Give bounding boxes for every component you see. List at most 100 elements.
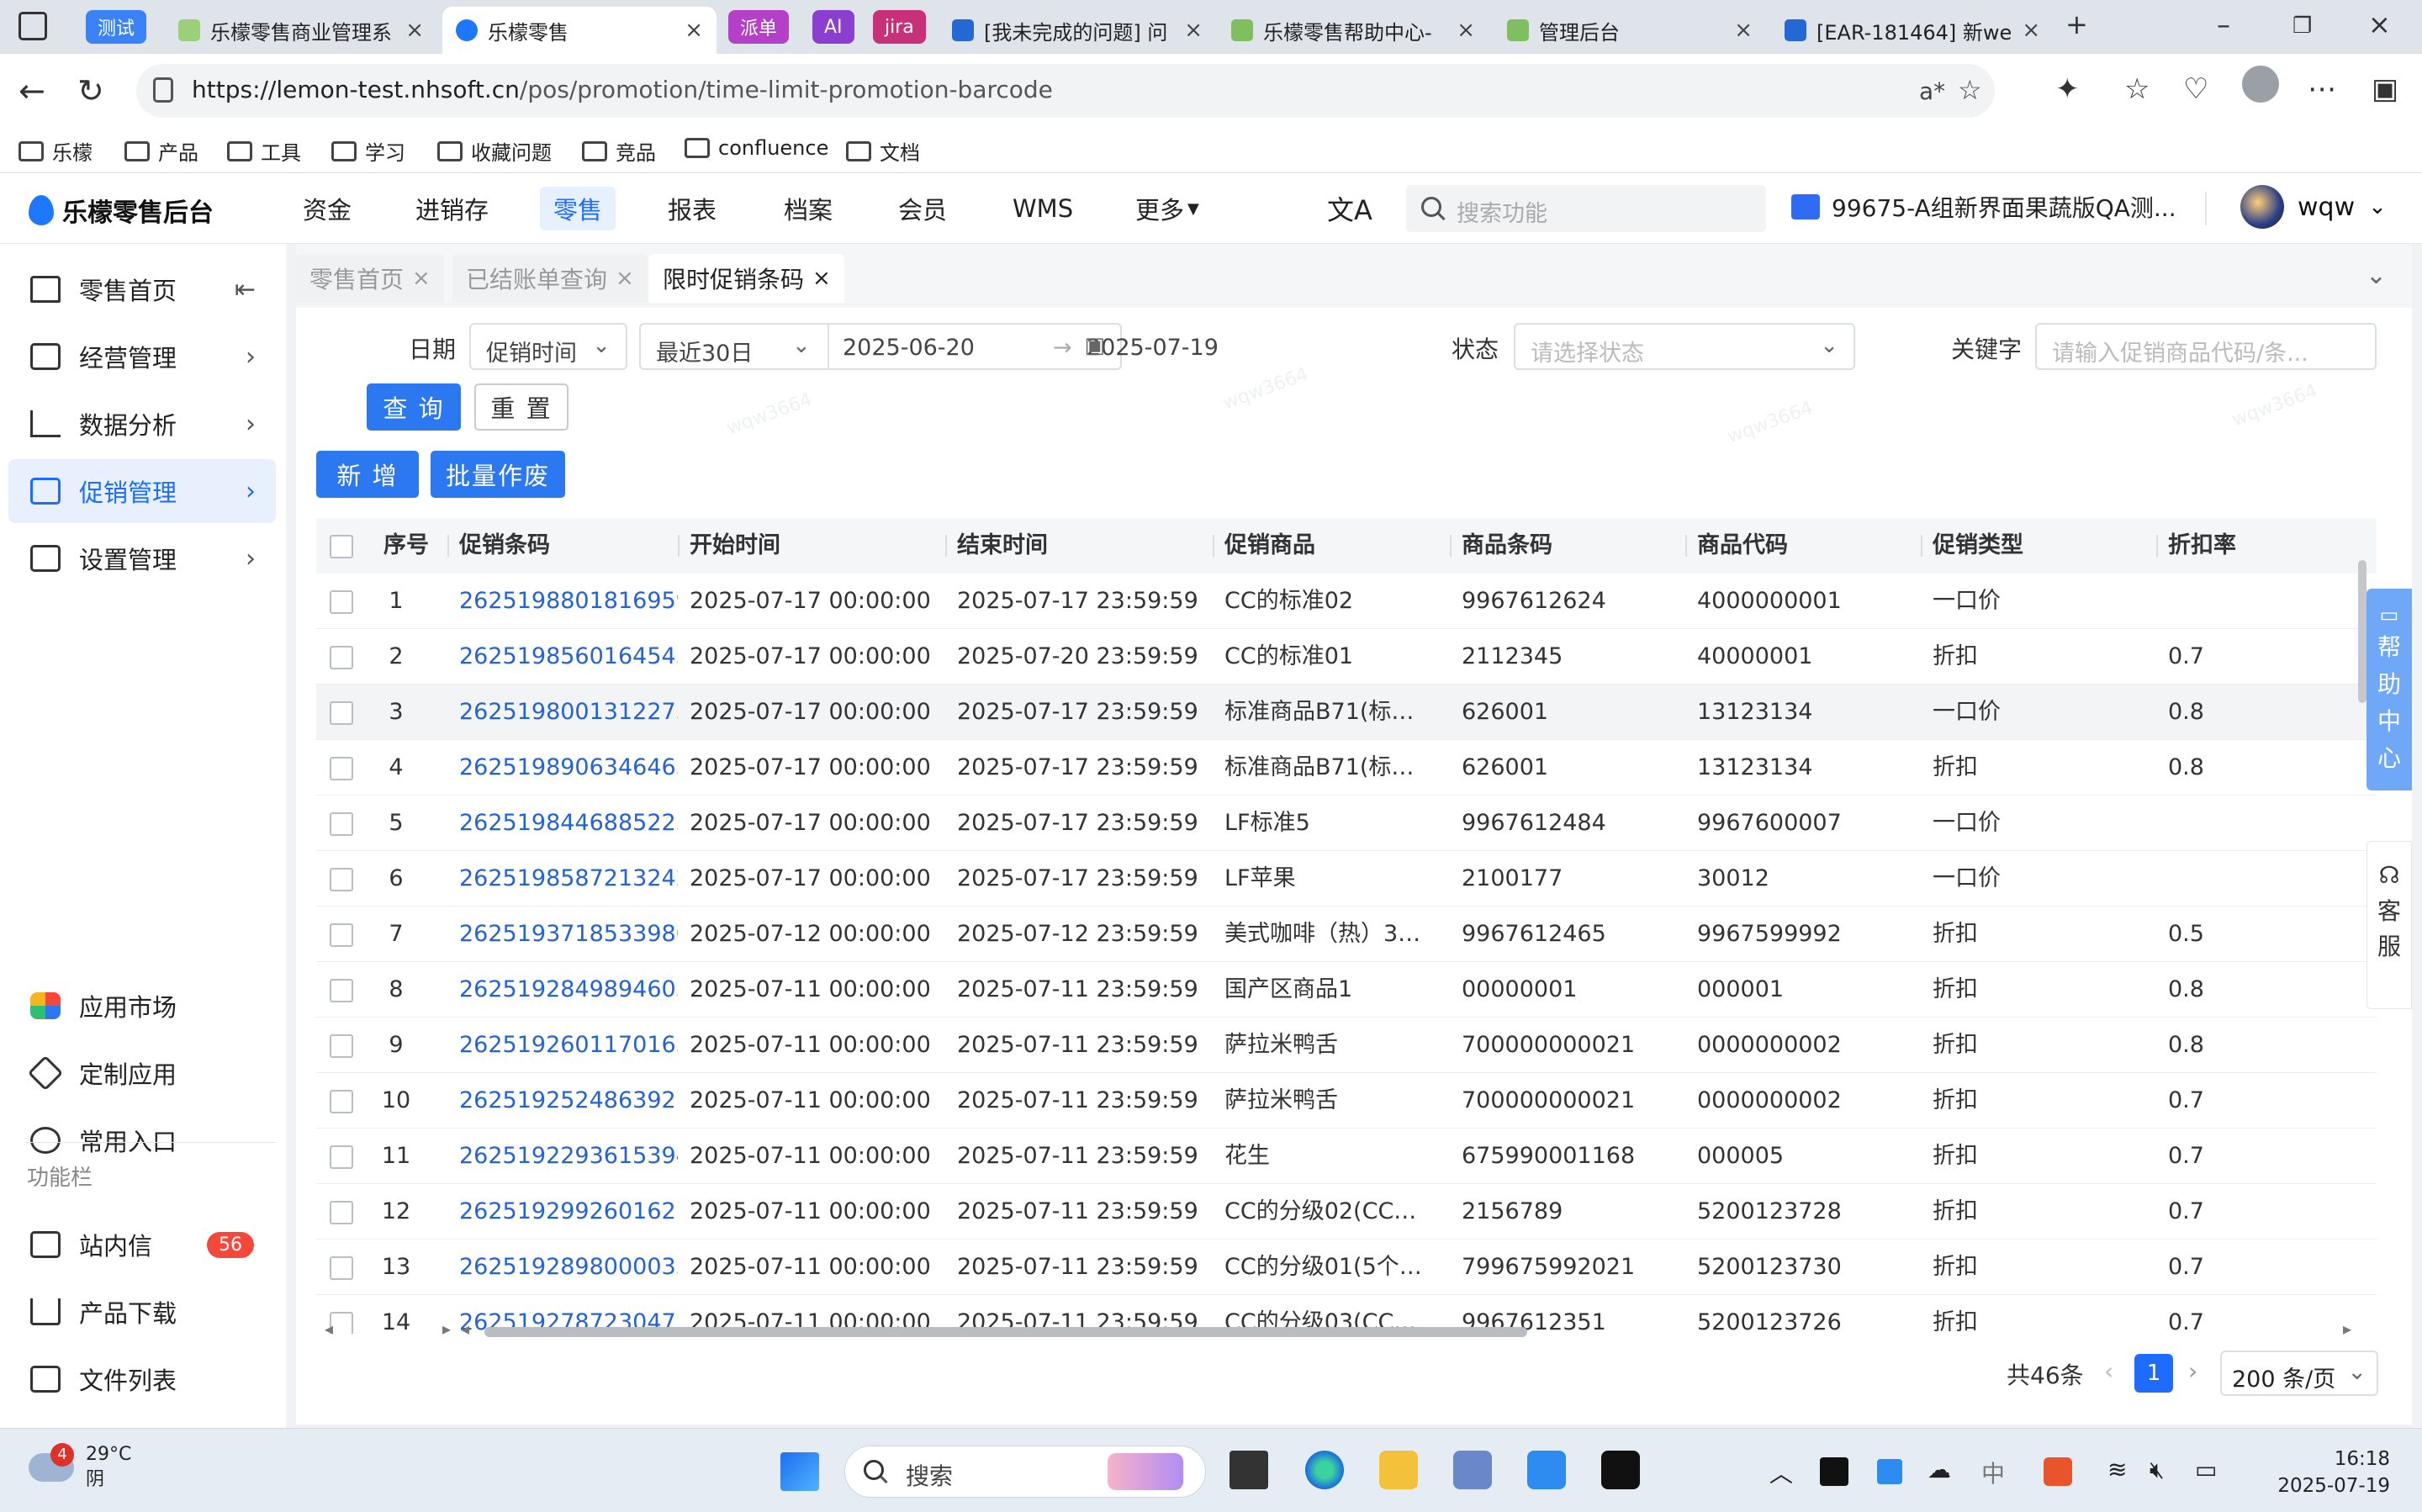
nav-reports[interactable]: 报表 — [654, 187, 730, 230]
row-checkbox[interactable] — [330, 1256, 353, 1280]
restore-icon[interactable]: ❐ — [2292, 13, 2312, 39]
sidebar-item-inbox[interactable]: 站内信 56 — [8, 1213, 276, 1277]
select-all-checkbox[interactable] — [330, 535, 353, 558]
cell-barcode[interactable]: 262519284989460391 — [459, 962, 678, 1018]
close-tab-icon[interactable]: × — [405, 18, 424, 43]
calendar-icon[interactable]: ▣ — [1084, 333, 1105, 358]
row-checkbox[interactable] — [330, 1201, 353, 1224]
function-search-input[interactable]: 搜索功能 — [1406, 185, 1766, 232]
sidebar-item-downloads[interactable]: 产品下载 — [8, 1280, 276, 1344]
reload-icon[interactable]: ↻ — [77, 72, 104, 109]
tray-overflow-icon[interactable]: ︿ — [1769, 1456, 1793, 1489]
input-method-icon[interactable]: 中 — [1981, 1456, 2005, 1489]
row-checkbox[interactable] — [330, 646, 353, 669]
bookmark-folder[interactable]: 乐檬 — [19, 136, 93, 166]
tab-retail-home[interactable]: 零售首页 × — [296, 254, 444, 303]
page-number-button[interactable]: 1 — [2134, 1354, 2173, 1393]
bookmark-folder[interactable]: 学习 — [331, 136, 405, 166]
row-checkbox[interactable] — [330, 868, 353, 891]
task-view-icon[interactable] — [1230, 1451, 1268, 1489]
bookmark-folder[interactable]: confluence — [685, 136, 828, 160]
more-menu-icon[interactable]: ⋯ — [2308, 72, 2336, 106]
page-size-select[interactable]: 200 条/页 ⌄ — [2220, 1351, 2378, 1396]
cell-barcode[interactable]: 262519299260162177 — [459, 1184, 678, 1240]
bookmark-folder[interactable]: 竞品 — [582, 136, 656, 166]
window-menu-icon[interactable] — [19, 12, 47, 40]
scroll-right-icon[interactable]: ▸ — [442, 1319, 451, 1339]
extensions-icon[interactable]: ✦ — [2055, 72, 2080, 106]
date-range-picker[interactable]: 最近30日 ⌄ 2025-06-20 → 2025-07-19 ▣ — [639, 323, 1219, 370]
keyword-input[interactable]: 请输入促销商品代码/条... — [2035, 323, 2377, 370]
cell-barcode[interactable]: 262519890634646396 — [459, 740, 678, 796]
app-a-icon[interactable] — [1453, 1451, 1492, 1489]
profile-avatar-icon[interactable] — [2242, 66, 2279, 103]
sidebar-item-analytics[interactable]: 数据分析 › — [8, 392, 276, 456]
new-tab-icon[interactable]: + — [2065, 8, 2088, 40]
battery-icon[interactable]: ▭ — [2195, 1456, 2217, 1483]
reset-button[interactable]: 重 置 — [474, 383, 568, 431]
nav-more[interactable]: 更多 ▼ — [1122, 187, 1213, 230]
cell-barcode[interactable]: 262519229361539405 — [459, 1129, 678, 1184]
close-tab-icon[interactable]: × — [1734, 18, 1753, 43]
scroll-left-icon[interactable]: ◂ — [325, 1319, 333, 1339]
add-button[interactable]: 新 增 — [316, 451, 419, 498]
store-selector[interactable]: 99675-A组新界面果蔬版QA测... — [1791, 190, 2176, 224]
sidebar-item-promotion[interactable]: 促销管理 › — [8, 459, 276, 523]
collapse-sidebar-icon[interactable]: ⇤ — [235, 275, 256, 304]
tab-group-dispatch[interactable]: 派单 — [728, 10, 790, 44]
vertical-scrollbar[interactable] — [2358, 560, 2366, 703]
close-tab-icon[interactable]: × — [2022, 18, 2039, 43]
system-clock[interactable]: 16:18 2025-07-19 — [2247, 1446, 2390, 1499]
bookmark-folder[interactable]: 产品 — [124, 136, 198, 166]
customer-service-widget[interactable]: ☊ 客 服 — [2366, 841, 2412, 1009]
minimize-icon[interactable]: – — [2217, 8, 2230, 40]
row-checkbox[interactable] — [330, 590, 353, 614]
weather-widget[interactable]: 4 29°C 阴 — [29, 1442, 131, 1493]
row-checkbox[interactable] — [330, 812, 353, 836]
app-logo[interactable]: 乐檬零售后台 — [29, 192, 214, 229]
cell-barcode[interactable]: 262519856016454399 — [459, 629, 678, 685]
close-icon[interactable]: × — [812, 266, 831, 291]
tab-group-test[interactable]: 测试 — [86, 10, 147, 44]
close-tab-icon[interactable]: × — [1184, 18, 1203, 43]
bookmark-folder[interactable]: 收藏问题 — [437, 136, 552, 166]
tab-settled-orders[interactable]: 已结账单查询 × — [452, 254, 648, 303]
row-checkbox[interactable] — [330, 1145, 353, 1169]
browser-tab-active[interactable]: 乐檬零售 × — [442, 7, 717, 54]
nav-wms[interactable]: WMS — [999, 187, 1087, 230]
batch-void-button[interactable]: 批量作废 — [431, 451, 565, 498]
close-icon[interactable]: × — [412, 266, 431, 291]
nav-members[interactable]: 会员 — [885, 187, 960, 230]
tray-cloud-icon[interactable]: ☁ — [1928, 1456, 1951, 1483]
user-menu[interactable]: wqw ⌄ — [2240, 185, 2387, 229]
read-aloud-icon[interactable]: a* — [1919, 77, 1945, 105]
back-icon[interactable]: ← — [19, 72, 45, 109]
close-tab-icon[interactable]: × — [685, 18, 703, 43]
browser-tab-5[interactable]: 管理后台 × — [1494, 7, 1766, 54]
close-tab-icon[interactable]: × — [1457, 18, 1475, 43]
favorites-icon[interactable]: ☆ — [2124, 72, 2150, 106]
sidebar-item-files[interactable]: 文件列表 — [8, 1347, 276, 1411]
nav-inventory[interactable]: 进销存 — [402, 187, 502, 230]
site-info-icon[interactable] — [153, 77, 173, 103]
next-page-icon[interactable]: › — [2188, 1357, 2197, 1385]
row-checkbox[interactable] — [330, 979, 353, 1002]
cell-barcode[interactable]: 262519260117016305 — [459, 1018, 678, 1073]
row-checkbox[interactable] — [330, 1034, 353, 1058]
row-checkbox[interactable] — [330, 923, 353, 947]
cell-barcode[interactable]: 262519844688522548 — [459, 796, 678, 851]
tab-group-ai[interactable]: AI — [812, 10, 854, 44]
tray-feishu-icon[interactable] — [1877, 1459, 1902, 1484]
tray-notion-icon[interactable] — [1820, 1457, 1848, 1486]
notion-icon[interactable] — [1601, 1451, 1640, 1489]
health-icon[interactable]: ♡ — [2183, 72, 2208, 106]
cell-barcode[interactable]: 262519289800003335 — [459, 1240, 678, 1295]
start-date-input[interactable]: 2025-06-20 — [843, 335, 975, 361]
help-center-widget[interactable]: ▭ 帮 助 中 心 — [2366, 589, 2412, 790]
scrollbar-thumb[interactable] — [484, 1327, 1527, 1337]
bookmark-folder[interactable]: 工具 — [227, 136, 301, 166]
sidebar-item-operations[interactable]: 经营管理 › — [8, 325, 276, 389]
query-button[interactable]: 查 询 — [367, 383, 461, 431]
sidebar-item-custom-apps[interactable]: 定制应用 — [8, 1041, 276, 1105]
favorite-star-icon[interactable]: ☆ — [1958, 74, 1982, 106]
